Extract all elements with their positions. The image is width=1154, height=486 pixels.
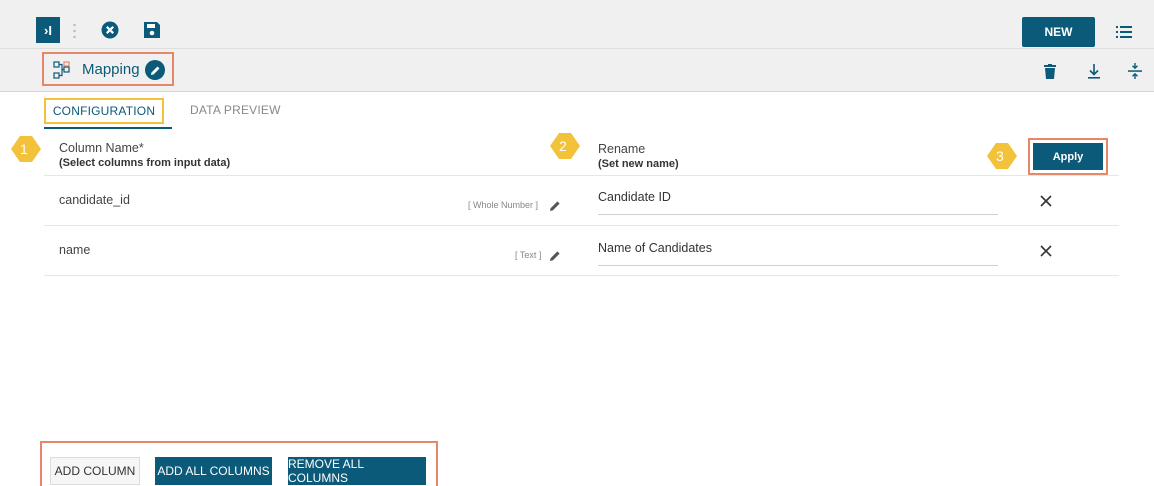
column-name-cell: name [59, 243, 91, 257]
save-icon[interactable] [141, 19, 163, 41]
apply-highlight: Apply [1028, 138, 1108, 175]
edit-type-icon[interactable] [549, 249, 561, 261]
column-name-cell: candidate_id [59, 193, 130, 207]
split-icon[interactable] [1125, 61, 1145, 81]
rename-hint: (Set new name) [598, 158, 679, 170]
title-text: Mapping [82, 61, 140, 78]
column-type: [ Whole Number ] [468, 200, 539, 210]
new-button[interactable]: NEW [1022, 17, 1095, 47]
rename-input[interactable]: Name of Candidates [598, 241, 998, 266]
close-circle-icon[interactable] [99, 19, 121, 41]
component-title: Mapping [42, 52, 174, 86]
rename-input[interactable]: Candidate ID [598, 190, 998, 215]
remove-row-icon[interactable] [1038, 243, 1054, 259]
step-marker-2: 2 [550, 133, 580, 159]
tab-configuration[interactable]: CONFIGURATION [44, 98, 164, 124]
mapping-icon [53, 61, 71, 84]
row-divider [44, 225, 1119, 226]
delete-icon[interactable] [1040, 61, 1060, 81]
step-marker-1: 1 [11, 136, 41, 162]
remove-row-icon[interactable] [1038, 193, 1054, 209]
step-marker-3: 3 [987, 143, 1017, 169]
edit-type-icon[interactable] [549, 199, 561, 211]
top-toolbar: ›I NEW [0, 0, 1154, 49]
active-tab-indicator [44, 127, 172, 129]
column-name-header: Column Name* [59, 141, 144, 155]
component-title-bar: Mapping [0, 49, 1154, 92]
tab-data-preview[interactable]: DATA PREVIEW [190, 103, 281, 117]
expand-label: ›I [44, 22, 52, 38]
add-all-columns-button[interactable]: ADD ALL COLUMNS [155, 457, 272, 485]
remove-all-columns-button[interactable]: REMOVE ALL COLUMNS [288, 457, 426, 485]
edit-icon[interactable] [145, 60, 165, 80]
apply-button[interactable]: Apply [1033, 143, 1103, 170]
column-name-hint: (Select columns from input data) [59, 157, 231, 169]
add-column-button[interactable]: ADD COLUMN [50, 457, 140, 485]
toolbar-separator [73, 22, 76, 38]
column-type: [ Text ] [515, 250, 542, 260]
expand-icon[interactable]: ›I [36, 17, 60, 43]
download-icon[interactable] [1084, 61, 1104, 81]
row-divider [44, 275, 1119, 276]
rename-header: Rename [598, 142, 646, 156]
list-icon[interactable] [1113, 22, 1135, 42]
header-divider [44, 175, 1119, 176]
